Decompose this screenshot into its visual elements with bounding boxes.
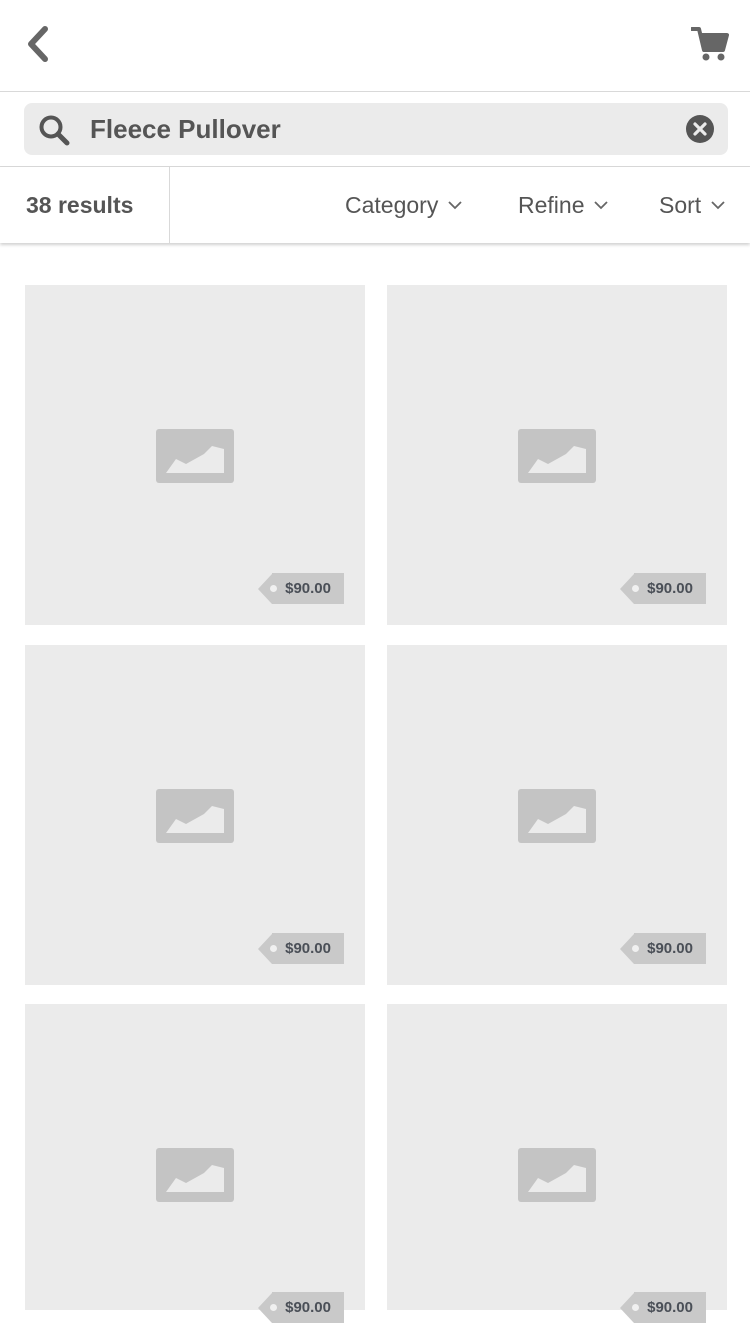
price: $90.00 <box>285 580 331 597</box>
chevron-down-icon <box>594 201 609 210</box>
sort-button[interactable]: Sort <box>659 167 725 243</box>
product-card[interactable]: $90.00 <box>387 645 727 985</box>
price: $90.00 <box>647 940 693 957</box>
back-button[interactable] <box>18 24 58 64</box>
chevron-left-icon <box>28 26 48 62</box>
search-bar <box>0 92 750 167</box>
results-count: 38 results <box>26 192 134 218</box>
image-placeholder-icon <box>156 1148 234 1202</box>
cart-button[interactable] <box>688 22 732 66</box>
chevron-down-icon <box>448 201 462 210</box>
price: $90.00 <box>647 1299 693 1316</box>
product-card[interactable]: $90.00 <box>25 285 365 625</box>
product-card[interactable]: $90.00 <box>25 1004 365 1323</box>
price-tag: $90.00 <box>258 933 344 964</box>
search-box <box>24 103 728 155</box>
refine-filter-button[interactable]: Refine <box>518 167 609 243</box>
divider <box>169 167 170 243</box>
image-placeholder-icon <box>518 789 596 843</box>
price-tag: $90.00 <box>620 1292 706 1323</box>
price: $90.00 <box>285 940 331 957</box>
sort-label: Sort <box>659 191 702 218</box>
product-card[interactable]: $90.00 <box>25 645 365 985</box>
search-input[interactable] <box>90 103 660 155</box>
price-tag: $90.00 <box>258 573 344 604</box>
category-label: Category <box>345 191 439 218</box>
search-icon <box>39 115 70 146</box>
category-filter-button[interactable]: Category <box>345 167 462 243</box>
refine-label: Refine <box>518 191 585 218</box>
image-placeholder-icon <box>518 1148 596 1202</box>
image-placeholder-icon <box>156 789 234 843</box>
price: $90.00 <box>285 1299 331 1316</box>
shopping-cart-icon <box>691 27 729 61</box>
product-card[interactable]: $90.00 <box>387 285 727 625</box>
price-tag: $90.00 <box>620 573 706 604</box>
clear-circle-icon[interactable] <box>686 115 714 143</box>
image-placeholder-icon <box>156 429 234 483</box>
product-card[interactable]: $90.00 <box>387 1004 727 1323</box>
price: $90.00 <box>647 580 693 597</box>
top-bar <box>0 0 750 92</box>
chevron-down-icon <box>711 201 725 210</box>
price-tag: $90.00 <box>258 1292 344 1323</box>
filter-bar: 38 results Category Refine Sort <box>0 167 750 243</box>
image-placeholder-icon <box>518 429 596 483</box>
price-tag: $90.00 <box>620 933 706 964</box>
